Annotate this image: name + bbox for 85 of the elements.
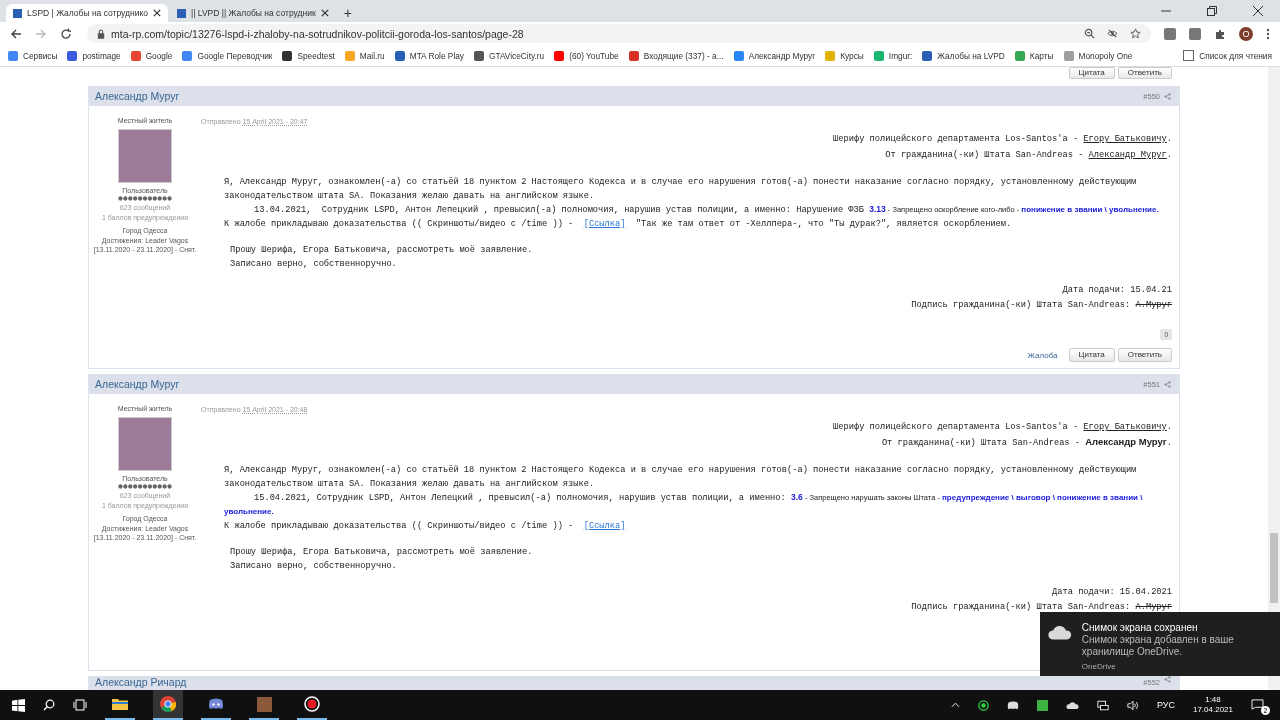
clock[interactable]: 1:48 17.04.2021 xyxy=(1192,695,1233,715)
address-field[interactable]: mta-rp.com/topic/13276-lspd-i-zhaloby-na-sotrudnikov-politcii-goroda-los-santos/page-28 xyxy=(87,24,1151,43)
author-name[interactable]: Александр Ричард xyxy=(95,676,187,689)
rank-pips-icon xyxy=(118,484,172,489)
bookmark[interactable]: postimage xyxy=(67,50,121,61)
statement-text: Я, Александр Муруг, ознакомлен(-а) со статьёй 18 пунктом 2 Настоящего Кодекса и в случае его нарушения готов(-а) понести наказание согласно порядку, установленному действующим законодательством штата SA. Показания желаю давать на английском языке. xyxy=(224,464,1138,491)
bookmark[interactable]: Google xyxy=(130,50,173,61)
chevron-up-icon[interactable] xyxy=(950,702,960,708)
reading-list[interactable]: Список для чтения xyxy=(1183,50,1272,61)
bookmark[interactable]: MTA Role Play xyxy=(394,50,464,61)
signature-line: Подпись гражданина(-ки) Штата San-Andreas: А.Муруг xyxy=(910,299,1172,312)
signature-line: Подпись гражданина(-ки) Штата San-Andreas: А.Муруг xyxy=(910,601,1172,614)
quote-button[interactable]: Цитата xyxy=(1068,67,1115,79)
reload-icon[interactable] xyxy=(60,27,72,40)
close-icon[interactable] xyxy=(320,9,329,17)
toast-source: OneDrive xyxy=(1081,662,1117,671)
toast-title: Снимок экрана сохранен xyxy=(1081,622,1199,633)
address-line: От гражданина(-ки) Штата San-Andreas - Александр Муруг. xyxy=(880,435,1172,450)
bookmark[interactable]: Карты xyxy=(1014,50,1054,61)
puzzle-icon[interactable] xyxy=(1214,27,1226,40)
scrollbar[interactable] xyxy=(1268,67,1280,690)
bookmark[interactable]: Mail.ru xyxy=(344,50,385,61)
request-text: Прошу Шерифа, Егора Батьковича, рассмотреть моё заявление. xyxy=(230,546,534,559)
address-line: Шерифу полицейского департамента Los-Santos'a - Егору Батьковичу. xyxy=(832,421,1172,434)
network-icon[interactable] xyxy=(1096,699,1109,711)
folder-icon[interactable] xyxy=(112,698,128,710)
bookmark[interactable]: Speedtest xyxy=(282,50,335,61)
chrome-icon[interactable] xyxy=(160,696,176,712)
statement-text: Я, Александр Муруг, ознакомлен(-а) со статьёй 18 пунктом 2 Настоящего Кодекса и в случае его нарушения готов(-а) понести наказание согласно порядку, установленному действующим законодательством штата SA. Показания желаю давать на английском языке. xyxy=(224,176,1138,203)
close-icon[interactable] xyxy=(1253,6,1263,16)
bookmark[interactable]: Жалобы на LVPD xyxy=(922,50,1005,61)
rank-pips-icon xyxy=(118,196,172,201)
bookmark[interactable]: Сервисы xyxy=(8,50,58,61)
address-line: Шерифу полицейского департамента Los-Santos'a - Егору Батьковичу. xyxy=(832,133,1172,146)
evidence-link[interactable]: [Ссылка] xyxy=(583,521,626,531)
reply-button[interactable]: Ответить xyxy=(1117,67,1172,79)
share-icon[interactable] xyxy=(1164,676,1171,683)
address-line: От гражданина(-ки) Штата San-Andreas - Александр Муруг. xyxy=(884,149,1172,162)
bookmark[interactable]: Александр Муруг xyxy=(733,50,816,61)
back-icon[interactable] xyxy=(10,27,22,40)
eye-off-icon[interactable] xyxy=(1107,28,1118,39)
windows-start-icon[interactable] xyxy=(12,698,25,712)
star-icon[interactable] xyxy=(1130,28,1141,39)
cloud-icon[interactable] xyxy=(1065,701,1079,709)
menu-icon[interactable] xyxy=(1266,27,1270,40)
search-icon[interactable] xyxy=(43,699,55,711)
statement-text: К жалобе прикладываю доказательства (( Скриншоты/видео с /time )) - [Ссылка] "Так же там ответ от -Хеллпера-, что "Ты дурак?", является оскорблением. xyxy=(224,218,1013,231)
avatar-placeholder xyxy=(118,128,172,183)
author-name[interactable]: Александр Муруг xyxy=(95,378,180,390)
quote-button[interactable]: Цитата xyxy=(1068,348,1115,362)
close-icon[interactable] xyxy=(153,9,162,17)
request-text: Записано верно, собственноручно. xyxy=(230,560,398,573)
speaker-icon[interactable] xyxy=(1126,699,1139,711)
maximize-icon[interactable] xyxy=(1207,6,1217,16)
bookmark[interactable]: Курсы xyxy=(825,50,864,61)
browser-tab[interactable]: || LVPD || Жалобы на сотрудник xyxy=(170,4,336,22)
bookmark[interactable]: Google Переводчик xyxy=(182,50,273,61)
author-name[interactable]: Александр Муруг xyxy=(95,90,180,102)
signature-line: Дата подачи: 15.04.21 xyxy=(1061,284,1172,297)
evidence-link[interactable]: [Ссылка] xyxy=(583,219,626,229)
lock-icon xyxy=(97,28,105,39)
report-link[interactable]: Жалоба xyxy=(1027,350,1058,360)
bookmark[interactable]: GTAViceCity.ru xyxy=(474,50,545,61)
share-icon[interactable] xyxy=(1164,92,1171,100)
toast-message: Снимок экрана добавлен в ваше хранилище OneDrive. xyxy=(1081,634,1235,658)
bookmark[interactable]: Входящие (337) - а... xyxy=(628,50,724,61)
bookmark[interactable]: (60) YouTube xyxy=(554,50,619,61)
new-tab-button[interactable]: + xyxy=(337,4,358,22)
profile-avatar[interactable]: O xyxy=(1239,26,1253,41)
record-icon[interactable] xyxy=(304,696,320,712)
status-circle-icon[interactable] xyxy=(977,699,989,711)
browser-tab[interactable]: LSPD | Жалобы на сотруднико xyxy=(6,4,169,22)
reply-button[interactable]: Ответить xyxy=(1117,348,1172,362)
request-text: Записано верно, собственноручно. xyxy=(230,258,398,271)
zoom-icon[interactable] xyxy=(1084,28,1095,39)
signature-line: Дата подачи: 15.04.2021 xyxy=(1051,586,1172,599)
bookmark[interactable]: Imgur: xyxy=(873,50,913,61)
notification-toast[interactable]: Снимок экрана сохранен Снимок экрана добавлен в ваше хранилище OneDrive. OneDrive xyxy=(1040,612,1280,676)
avatar-placeholder xyxy=(118,416,172,471)
task-view-icon[interactable] xyxy=(73,699,87,711)
request-text: Прошу Шерифа, Егора Батьковича, рассмотреть моё заявление. xyxy=(230,244,534,257)
language-indicator[interactable]: РУС xyxy=(1156,700,1175,710)
share-icon[interactable] xyxy=(1164,380,1171,388)
statement-text: К жалобе прикладываю доказательства (( Скриншоты/видео с /time )) - [Ссылка] xyxy=(224,520,627,533)
bookmark[interactable]: Monopoly One xyxy=(1063,50,1133,61)
